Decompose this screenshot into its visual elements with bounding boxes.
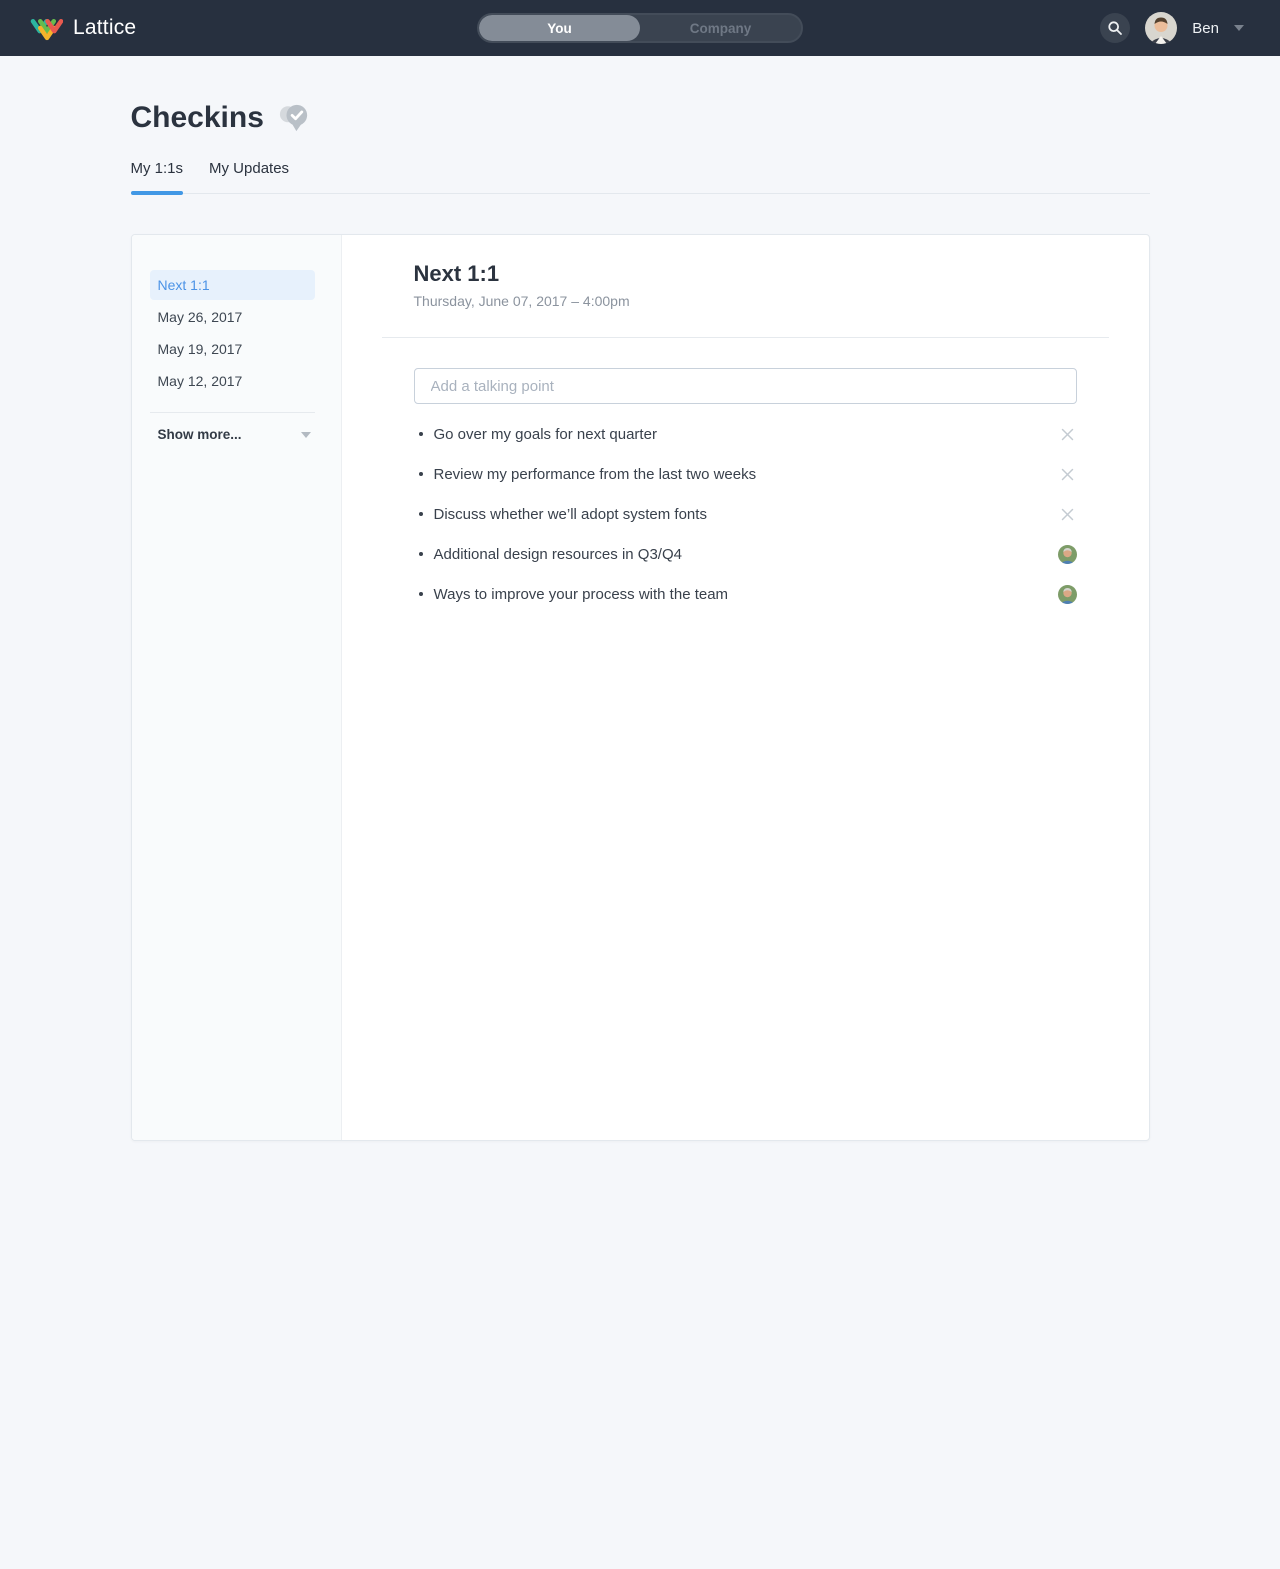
checkins-card: Next 1:1 May 26, 2017 May 19, 2017 May 1…	[130, 234, 1150, 1141]
page-head: Checkins	[131, 56, 1150, 138]
close-icon	[1061, 428, 1074, 440]
sidebar-divider	[149, 412, 315, 413]
meetings-sidebar: Next 1:1 May 26, 2017 May 19, 2017 May 1…	[131, 235, 342, 1140]
talking-point-text: Review my performance from the last two …	[433, 465, 757, 483]
toggle-you[interactable]: You	[479, 15, 640, 41]
remove-talking-point-button[interactable]	[1058, 504, 1078, 524]
talking-point-row: Go over my goals for next quarter	[414, 414, 1077, 454]
talking-point-text: Go over my goals for next quarter	[433, 425, 657, 443]
nav-right: Ben	[1100, 12, 1244, 44]
tab-label: My Updates	[209, 160, 290, 177]
sidebar-meeting-item[interactable]: May 12, 2017	[150, 366, 315, 396]
sidebar-item-label: May 26, 2017	[157, 309, 243, 325]
show-more-label: Show more...	[157, 427, 242, 442]
search-button[interactable]	[1100, 13, 1131, 43]
participant-avatar	[1057, 584, 1077, 604]
sidebar-meeting-item[interactable]: Next 1:1	[149, 270, 315, 300]
bullet-icon	[418, 432, 423, 436]
participant-avatar-image	[1057, 584, 1077, 604]
brand-home-link[interactable]: Lattice	[30, 15, 136, 42]
meeting-title: Next 1:1	[413, 261, 500, 286]
bullet-icon	[418, 592, 423, 596]
toggle-company[interactable]: Company	[640, 15, 801, 41]
user-name[interactable]: Ben	[1192, 20, 1219, 37]
sidebar-item-label: Next 1:1	[157, 277, 210, 293]
checkins-bubble-icon	[278, 102, 310, 138]
main-content: Checkins My 1:1s My Updates Next 1:1 May…	[130, 56, 1150, 1141]
close-icon	[1061, 468, 1074, 480]
brand-name: Lattice	[73, 16, 137, 39]
tab-my-1-1s[interactable]: My 1:1s	[130, 160, 184, 195]
talking-point-row: Additional design resources in Q3/Q4	[414, 534, 1077, 574]
tab-label: My 1:1s	[130, 160, 184, 177]
tab-my-updates[interactable]: My Updates	[209, 160, 289, 193]
close-icon	[1061, 508, 1074, 520]
talking-point-input[interactable]	[413, 368, 1077, 404]
sidebar-item-label: May 12, 2017	[157, 373, 243, 389]
talking-point-text: Additional design resources in Q3/Q4	[433, 545, 682, 563]
bullet-icon	[418, 512, 423, 516]
remove-talking-point-button[interactable]	[1058, 464, 1078, 484]
meetings-list: Next 1:1 May 26, 2017 May 19, 2017 May 1…	[132, 270, 341, 396]
bullet-icon	[418, 552, 423, 556]
remove-talking-point-button[interactable]	[1058, 424, 1078, 444]
sidebar-item-label: May 19, 2017	[157, 341, 243, 357]
talking-point-text: Discuss whether we’ll adopt system fonts	[433, 505, 707, 523]
user-avatar[interactable]	[1145, 12, 1178, 44]
panel-divider	[381, 337, 1109, 338]
talking-point-row: Review my performance from the last two …	[414, 454, 1077, 494]
scope-toggle: You Company	[477, 13, 803, 43]
show-more-button[interactable]: Show more...	[158, 427, 311, 442]
talking-points-list: Go over my goals for next quarter Review…	[414, 414, 1077, 614]
top-nav: Lattice You Company Ben	[0, 0, 1280, 56]
talking-point-row: Discuss whether we’ll adopt system fonts	[414, 494, 1077, 534]
meeting-panel: Next 1:1 Thursday, June 07, 2017 – 4:00p…	[342, 235, 1149, 1140]
sidebar-meeting-item[interactable]: May 19, 2017	[150, 334, 315, 364]
page-title: Checkins	[130, 101, 264, 134]
talking-point-text: Ways to improve your process with the te…	[433, 585, 729, 603]
tabs: My 1:1s My Updates	[130, 160, 1150, 195]
chevron-down-icon	[300, 431, 311, 438]
participant-avatar	[1057, 544, 1077, 564]
lattice-logo-icon	[30, 18, 63, 40]
search-icon	[1108, 21, 1123, 35]
sidebar-meeting-item[interactable]: May 26, 2017	[150, 302, 315, 332]
bullet-icon	[418, 472, 423, 476]
chevron-down-icon[interactable]	[1234, 25, 1244, 31]
participant-avatar-image	[1057, 544, 1077, 564]
user-avatar-image	[1145, 12, 1178, 44]
talking-point-row: Ways to improve your process with the te…	[414, 574, 1077, 614]
meeting-datetime: Thursday, June 07, 2017 – 4:00pm	[413, 293, 630, 309]
